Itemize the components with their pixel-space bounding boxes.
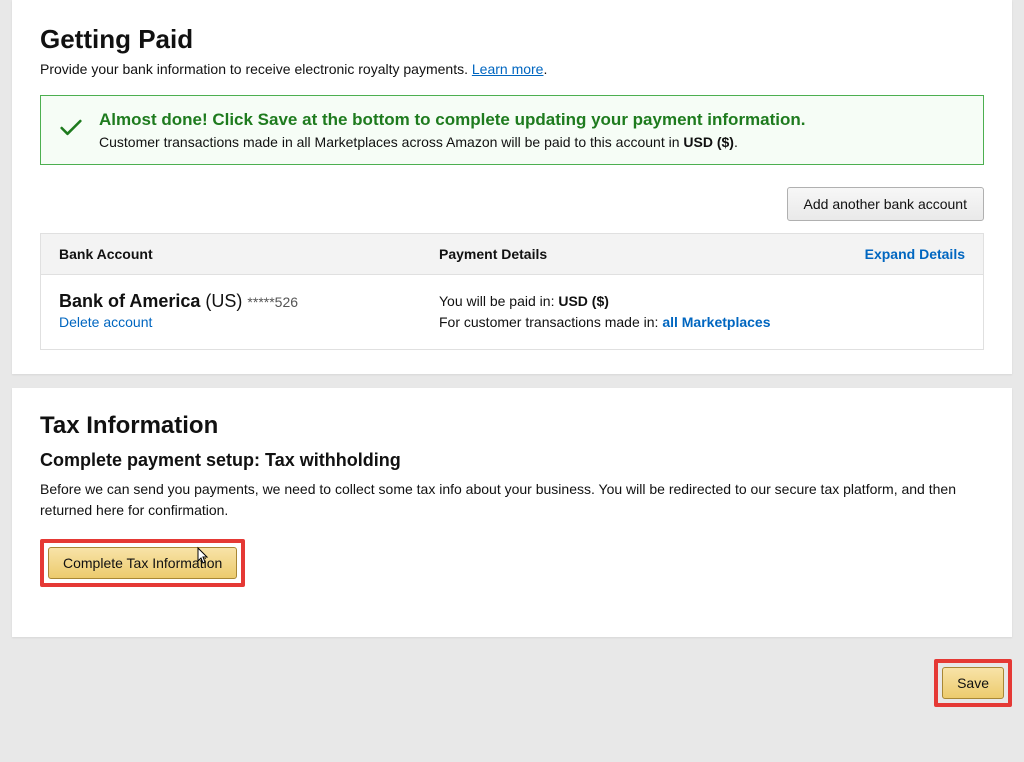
tax-info-panel: Tax Information Complete payment setup: … [12,388,1012,637]
alert-description: Customer transactions made in all Market… [99,134,967,150]
save-highlight: Save [934,659,1012,707]
payment-details-cell: You will be paid in: USD ($) For custome… [439,291,965,333]
all-marketplaces-link[interactable]: all Marketplaces [662,314,770,330]
expand-details-link[interactable]: Expand Details [865,246,965,262]
header-bank-account: Bank Account [59,246,439,262]
complete-tax-button[interactable]: Complete Tax Information [48,547,237,579]
table-row: Bank of America (US) *****526 Delete acc… [41,275,983,349]
tax-subtitle: Complete payment setup: Tax withholding [40,450,984,471]
getting-paid-panel: Getting Paid Provide your bank informati… [12,0,1012,374]
add-bank-row: Add another bank account [40,187,984,221]
alert-success: Almost done! Click Save at the bottom to… [40,95,984,165]
delete-account-link[interactable]: Delete account [59,314,152,330]
getting-paid-subtitle: Provide your bank information to receive… [40,61,984,77]
alert-desc-suffix: . [734,134,738,150]
alert-desc-currency: USD ($) [683,134,734,150]
checkmark-icon [57,114,85,142]
tax-description: Before we can send you payments, we need… [40,479,984,521]
complete-tax-highlight: Complete Tax Information [40,539,245,587]
alert-desc-prefix: Customer transactions made in all Market… [99,134,683,150]
learn-more-link[interactable]: Learn more [472,61,544,77]
bank-account-mask: *****526 [247,294,298,310]
subtitle-text: Provide your bank information to receive… [40,61,472,77]
header-payment-details: Payment Details [439,246,865,262]
paid-in-label: You will be paid in: [439,293,558,309]
footer-area: Save [0,637,1024,707]
add-bank-button[interactable]: Add another bank account [787,187,984,221]
getting-paid-title: Getting Paid [40,24,984,55]
bank-name-line: Bank of America (US) *****526 [59,291,439,312]
bank-country: (US) [205,291,242,311]
bank-table-header: Bank Account Payment Details Expand Deta… [41,234,983,275]
tax-info-title: Tax Information [40,412,984,440]
save-button[interactable]: Save [942,667,1004,699]
paid-in-value: USD ($) [558,293,609,309]
subtitle-suffix: . [543,61,547,77]
bank-name: Bank of America [59,291,200,311]
bank-table: Bank Account Payment Details Expand Deta… [40,233,984,350]
transactions-label: For customer transactions made in: [439,314,662,330]
alert-title: Almost done! Click Save at the bottom to… [99,110,967,130]
